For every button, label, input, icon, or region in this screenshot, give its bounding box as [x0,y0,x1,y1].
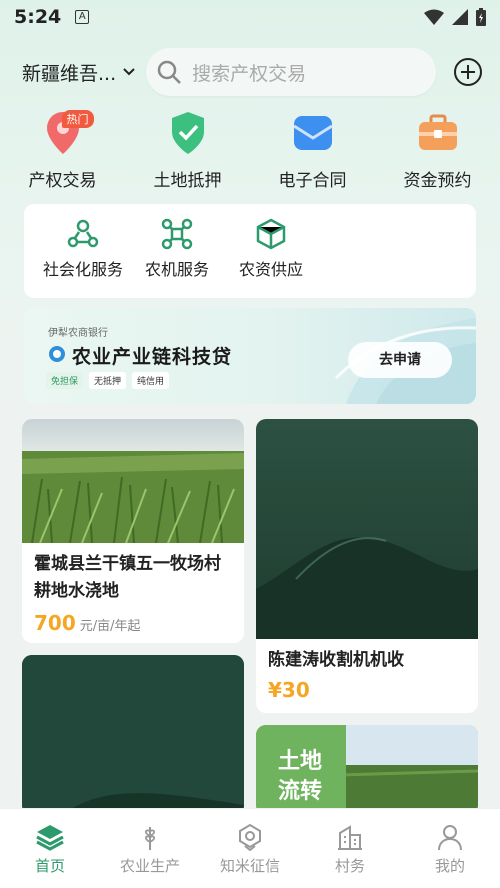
quick-action-property-trade[interactable]: 热门 产权交易 [0,108,125,191]
signal-icon [452,9,468,25]
drone-icon [161,218,193,250]
location-label: 新疆维吾... [22,62,117,85]
tab-mine[interactable]: 我的 [400,809,500,888]
tab-credit[interactable]: 知米征信 [200,809,300,888]
quick-action-label: 资金预约 [403,171,472,191]
feed-card-harvester[interactable]: 陈建涛收割机机收 ¥30 [256,419,478,713]
building-icon [338,825,362,850]
bottom-tab-bar: 首页 农业生产 知米征信 村务 我的 [0,808,500,888]
location-pin-icon: 热门 [38,108,94,158]
status-icons [424,8,486,26]
quick-action-fund-booking[interactable]: 资金预约 [375,108,500,191]
banner-tag: 无抵押 [89,372,127,389]
add-button[interactable] [454,58,482,86]
banner-tag: 纯信用 [132,372,170,389]
farmland-image [22,419,244,543]
status-bar: 5:24 A [0,0,500,34]
header: 新疆维吾... 搜索产权交易 [0,46,500,98]
banner-tag: 免担保 [46,372,84,389]
wifi-icon [424,9,444,25]
price-unit: 元/亩/年起 [79,619,141,634]
banner-tags: 免担保 无抵押 纯信用 [46,372,170,389]
quick-action-label: 土地抵押 [153,171,222,191]
dark-dunes-image [22,655,244,815]
shield-check-icon [163,108,213,158]
wheat-icon [144,827,156,850]
hot-badge: 热门 [61,110,94,128]
service-label: 农机服务 [144,260,209,279]
dunes-image [256,419,478,639]
services-card: 社会化服务 农机服务 农资供应 [24,204,476,298]
battery-icon [476,8,486,26]
quick-action-e-contract[interactable]: 电子合同 [250,108,375,191]
apply-button[interactable]: 去申请 [348,342,452,378]
land-transfer-overlay: 土地流转 [278,749,323,804]
quick-action-label: 电子合同 [278,171,347,191]
service-machinery[interactable]: 农机服务 [130,204,224,298]
feed-card-dark[interactable] [22,655,244,815]
briefcase-icon [413,108,463,158]
chevron-down-icon [123,68,135,76]
service-supplies[interactable]: 农资供应 [224,204,318,298]
status-time: 5:24 [14,6,62,28]
package-icon [256,218,286,250]
bank-logo-icon [49,346,65,362]
person-icon [438,825,462,851]
tab-label: 知米征信 [219,857,280,875]
tab-label: 农业生产 [119,857,180,875]
feed-card-farmland[interactable]: 霍城县兰干镇五一牧场村耕地水浇地 700 元/亩/年起 [22,419,244,643]
bank-name: 伊犁农商银行 [48,328,108,339]
service-label: 社会化服务 [42,260,123,279]
app-notification-icon: A [75,10,90,24]
service-label: 农资供应 [238,260,303,279]
price-value: ¥30 [268,678,310,702]
loan-banner[interactable]: 伊犁农商银行 农业产业链科技贷 免担保 无抵押 纯信用 去申请 [24,308,476,404]
tab-agri-production[interactable]: 农业生产 [100,809,200,888]
quick-actions: 热门 产权交易 土地抵押 电子合同 资金预约 [0,108,500,191]
tab-label: 我的 [434,857,465,875]
layers-icon [36,825,64,851]
price-value: 700 [34,611,76,635]
search-icon [157,60,182,84]
tab-label: 村务 [334,857,365,875]
credit-badge-icon [239,823,261,851]
tab-village-affairs[interactable]: 村务 [300,809,400,888]
tab-home[interactable]: 首页 [0,809,100,888]
service-socialized[interactable]: 社会化服务 [36,204,130,298]
banner-title: 农业产业链科技贷 [72,346,233,368]
feed-card-title: 霍城县兰干镇五一牧场村耕地水浇地 [34,554,221,601]
quick-action-land-mortgage[interactable]: 土地抵押 [125,108,250,191]
quick-action-label: 产权交易 [28,171,97,191]
people-network-icon [67,219,99,248]
tab-label: 首页 [34,857,65,875]
search-placeholder: 搜索产权交易 [192,62,307,85]
feed-card-title: 陈建涛收割机机收 [268,650,404,670]
envelope-icon [288,108,338,158]
location-selector[interactable]: 新疆维吾... [22,59,136,86]
search-input[interactable]: 搜索产权交易 [146,48,437,96]
feed-card-land-transfer[interactable]: 土地流转 [256,725,478,815]
